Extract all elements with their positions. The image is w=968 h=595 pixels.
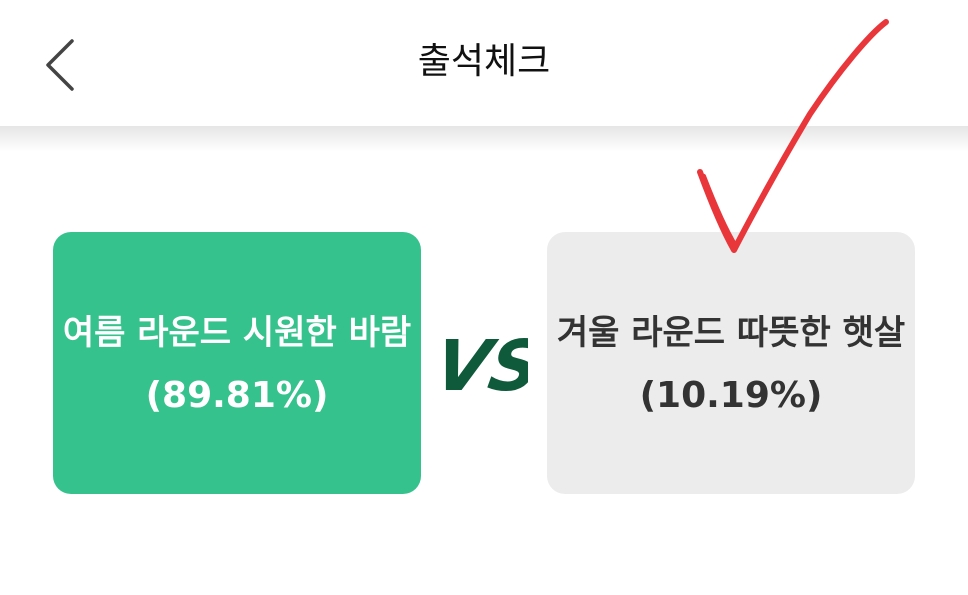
vote-option-summer[interactable]: 여름 라운드 시원한 바람 (89.81%)	[53, 232, 421, 494]
vs-badge: VS	[429, 310, 548, 410]
option-percent: (10.19%)	[639, 375, 823, 416]
option-title: 겨울 라운드 따뜻한 햇살	[556, 313, 906, 353]
vote-option-winter[interactable]: 겨울 라운드 따뜻한 햇살 (10.19%)	[547, 232, 915, 494]
option-percent: (89.81%)	[145, 375, 329, 416]
vs-label: VS	[444, 325, 528, 406]
header-shadow	[0, 126, 968, 152]
option-title: 여름 라운드 시원한 바람	[62, 313, 412, 353]
app-header: 출석체크	[0, 0, 968, 126]
page-title: 출석체크	[417, 41, 551, 82]
attendance-check-screen: 출석체크 여름 라운드 시원한 바람 (89.81%) VS 겨울 라운드 따뜻…	[0, 0, 968, 595]
